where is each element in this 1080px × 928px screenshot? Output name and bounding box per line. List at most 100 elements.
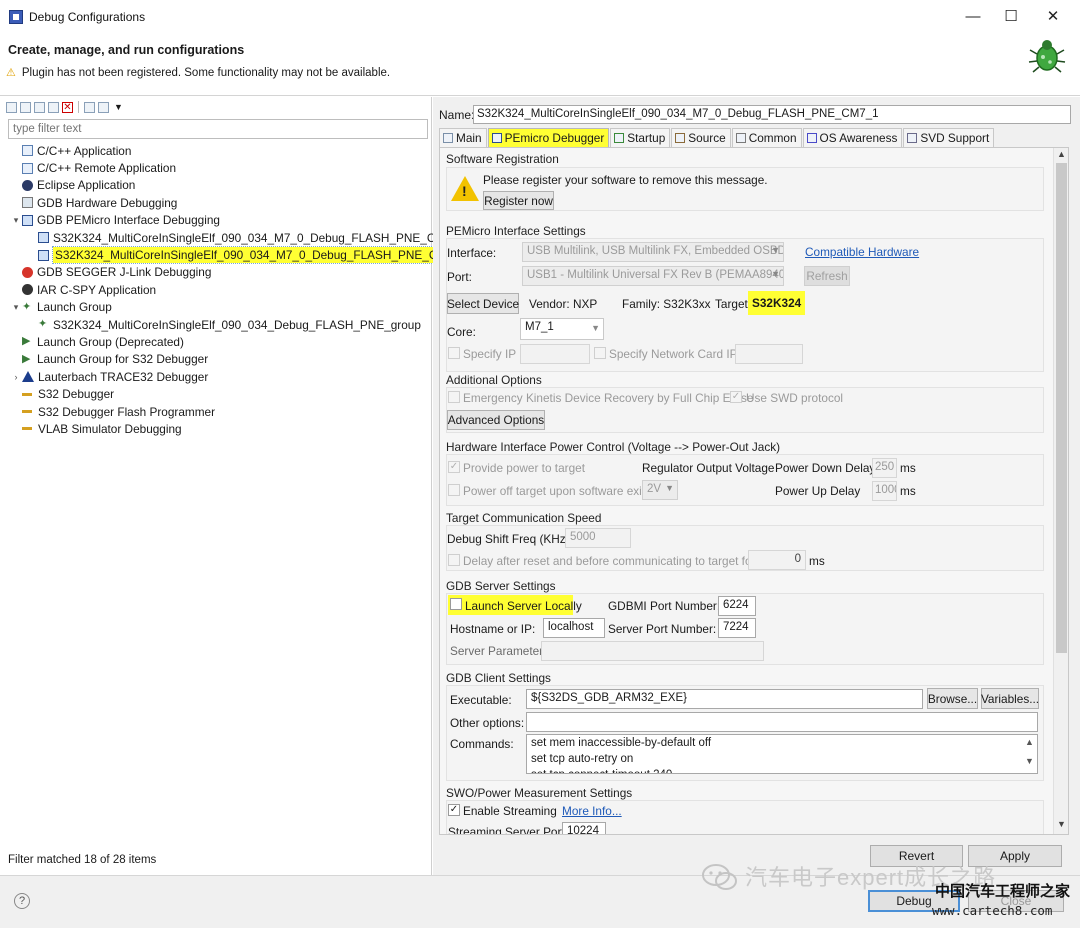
tab-common[interactable]: Common: [731, 128, 802, 147]
other-options-input[interactable]: [526, 712, 1038, 732]
scroll-up-icon[interactable]: ▲: [1024, 737, 1035, 747]
core-select[interactable]: M7_1 ▼: [520, 318, 604, 340]
voltage-select[interactable]: 2V ▼: [642, 480, 678, 500]
tree-item[interactable]: ▶ Launch Group for S32 Debugger: [0, 351, 432, 368]
power-down-delay-input[interactable]: 250: [872, 458, 897, 478]
server-port-input[interactable]: 7224: [718, 618, 756, 638]
scroll-thumb[interactable]: [1056, 163, 1067, 653]
target-label: Target:: [715, 297, 752, 311]
expand-chevron-icon[interactable]: ›: [10, 372, 22, 382]
tab-source[interactable]: Source: [671, 128, 731, 147]
scroll-down-icon[interactable]: ▼: [1056, 819, 1067, 829]
power-up-unit: ms: [900, 484, 916, 498]
tree-item[interactable]: S32 Debugger Flash Programmer: [0, 403, 432, 420]
tree-item[interactable]: IAR C-SPY Application: [0, 281, 432, 298]
tree-item[interactable]: Eclipse Application: [0, 177, 432, 194]
filter-icon[interactable]: [98, 101, 109, 113]
software-registration-title: Software Registration: [446, 152, 559, 166]
export-icon[interactable]: [34, 101, 45, 113]
launch-icon: ▶: [22, 335, 31, 348]
advanced-options-button[interactable]: Advanced Options: [447, 410, 545, 430]
tree-item[interactable]: C/C++ Remote Application: [0, 159, 432, 176]
server-params-input[interactable]: [541, 641, 764, 661]
delay-unit: ms: [809, 554, 825, 568]
browse-button[interactable]: Browse...: [927, 688, 978, 709]
warning-icon: !: [451, 176, 479, 201]
content-scrollbar[interactable]: ▲ ▼: [1053, 148, 1068, 834]
emergency-recovery-checkbox[interactable]: [448, 391, 460, 403]
tree-item[interactable]: C/C++ Application: [0, 142, 432, 159]
commands-textarea[interactable]: set mem inaccessible-by-default off set t…: [526, 734, 1038, 774]
tree-item[interactable]: GDB Hardware Debugging: [0, 194, 432, 211]
config-tree-panel: ✕ ▼ C/C++ Application C/C++ Remote Applic…: [0, 97, 470, 875]
tree-item[interactable]: GDB SEGGER J-Link Debugging: [0, 264, 432, 281]
tree-item[interactable]: S32 Debugger: [0, 385, 432, 402]
tree-item[interactable]: › Lauterbach TRACE32 Debugger: [0, 368, 432, 385]
shift-freq-input[interactable]: 5000: [565, 528, 631, 548]
tree-item[interactable]: VLAB Simulator Debugging: [0, 420, 432, 437]
compatible-hardware-link[interactable]: Compatible Hardware: [805, 245, 919, 259]
tab-pemicro-debugger[interactable]: PEmicro Debugger: [487, 128, 610, 147]
delete-icon[interactable]: ✕: [62, 101, 73, 113]
launch-locally-label: Launch Server Locally: [465, 599, 582, 613]
tab-svd-support[interactable]: SVD Support: [903, 128, 995, 147]
refresh-button[interactable]: Refresh: [804, 266, 850, 286]
tree-item[interactable]: ✦ S32K324_MultiCoreInSingleElf_090_034_De…: [0, 316, 432, 333]
tree-item[interactable]: ▾ ✦ Launch Group: [0, 299, 432, 316]
toolbar-separator: [78, 101, 79, 113]
commands-scrollbar[interactable]: ▲ ▼: [1024, 737, 1035, 766]
power-off-label: Power off target upon software exit: [463, 484, 646, 498]
streaming-port-input[interactable]: 10224: [562, 822, 606, 834]
view-menu-chevron-icon[interactable]: ▼: [114, 102, 123, 112]
new-prototype-icon[interactable]: [20, 101, 31, 113]
tab-main[interactable]: Main: [439, 128, 487, 147]
variables-button[interactable]: Variables...: [981, 688, 1039, 709]
tree-item-label: S32K324_MultiCoreInSingleElf_090_034_Deb…: [53, 317, 421, 332]
use-swd-checkbox[interactable]: ✓: [730, 391, 742, 403]
launch-group-icon: ✦: [38, 318, 48, 331]
eclipse-icon: [22, 179, 33, 191]
enable-streaming-checkbox[interactable]: ✓: [448, 804, 460, 816]
ip-address-input[interactable]: [520, 344, 590, 364]
select-device-button[interactable]: Select Device: [447, 293, 519, 314]
hostname-input[interactable]: localhost: [543, 618, 605, 638]
tree-item[interactable]: ▾ GDB PEMicro Interface Debugging: [0, 212, 432, 229]
launch-locally-checkbox[interactable]: [450, 598, 462, 610]
new-config-icon[interactable]: [6, 101, 17, 113]
scroll-up-icon[interactable]: ▲: [1056, 149, 1067, 159]
close-window-button[interactable]: ✕: [1038, 6, 1068, 28]
duplicate-icon[interactable]: [48, 101, 59, 113]
maximize-button[interactable]: ☐: [996, 6, 1026, 28]
register-now-button[interactable]: Register now: [483, 191, 554, 210]
watermark-site-name: 中国汽车工程师之家: [935, 882, 1071, 900]
filter-input[interactable]: [8, 119, 428, 139]
tab-os-awareness[interactable]: OS Awareness: [802, 128, 903, 147]
server-port-label: Server Port Number:: [608, 622, 717, 636]
config-name-input[interactable]: S32K324_MultiCoreInSingleElf_090_034_M7_…: [473, 105, 1071, 124]
other-options-label: Other options:: [450, 716, 525, 730]
delay-after-reset-checkbox[interactable]: [448, 554, 460, 566]
tree-item[interactable]: S32K324_MultiCoreInSingleElf_090_034_M7_…: [0, 229, 465, 246]
delay-input[interactable]: 0: [748, 550, 806, 570]
port-select[interactable]: USB1 - Multilink Universal FX Rev B (PEM…: [522, 266, 784, 286]
executable-input[interactable]: ${S32DS_GDB_ARM32_EXE}: [526, 689, 923, 709]
expand-chevron-icon[interactable]: ▾: [10, 215, 22, 226]
power-down-unit: ms: [900, 461, 916, 475]
interface-select[interactable]: USB Multilink, USB Multilink FX, Embedde…: [522, 242, 784, 262]
tree-item[interactable]: ▶ Launch Group (Deprecated): [0, 333, 432, 350]
power-up-delay-input[interactable]: 1000: [872, 481, 897, 501]
expand-chevron-icon[interactable]: ▾: [10, 302, 22, 313]
more-info-link[interactable]: More Info...: [562, 804, 622, 818]
power-off-checkbox[interactable]: [448, 484, 460, 496]
specify-ip-checkbox[interactable]: [448, 347, 460, 359]
network-card-ip-input[interactable]: [735, 344, 803, 364]
specify-network-card-checkbox[interactable]: [594, 347, 606, 359]
scroll-down-icon[interactable]: ▼: [1024, 756, 1035, 766]
help-icon[interactable]: ?: [14, 893, 30, 909]
tree-item[interactable]: S32K324_MultiCoreInSingleElf_090_034_M7_…: [0, 246, 470, 265]
collapse-all-icon[interactable]: [84, 101, 95, 113]
gdbmi-port-input[interactable]: 6224: [718, 596, 756, 616]
minimize-button[interactable]: —: [958, 6, 988, 28]
tab-startup[interactable]: Startup: [610, 128, 671, 147]
provide-power-checkbox[interactable]: ✓: [448, 461, 460, 473]
